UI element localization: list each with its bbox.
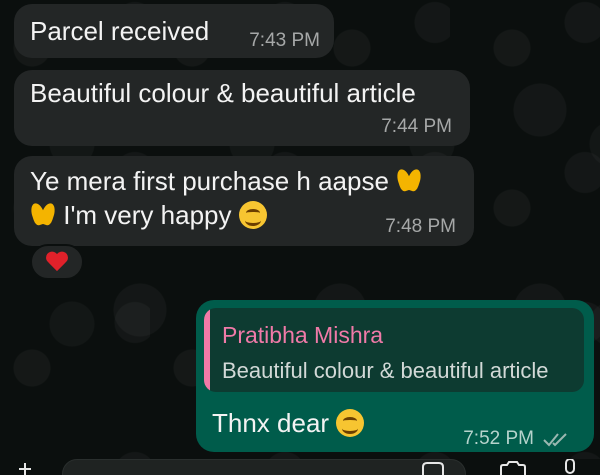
quoted-sender-name: Pratibha Mishra xyxy=(222,322,384,348)
heart-emoji-icon xyxy=(46,252,68,272)
message-time: 7:44 PM xyxy=(381,116,452,137)
message-text: Parcel received xyxy=(30,16,210,46)
incoming-message[interactable]: Beautiful colour & beautiful article 7:4… xyxy=(14,70,470,146)
message-composer xyxy=(0,459,600,475)
message-time: 7:52 PM xyxy=(463,428,534,449)
double-check-read-icon xyxy=(543,433,567,447)
outgoing-message[interactable]: Pratibha Mishra Beautiful colour & beaut… xyxy=(196,300,594,452)
quote-accent-bar xyxy=(204,308,210,392)
sticker-icon[interactable] xyxy=(420,461,446,475)
smiling-face-emoji-icon xyxy=(336,409,365,437)
quoted-message[interactable]: Pratibha Mishra Beautiful colour & beaut… xyxy=(204,308,584,392)
message-text: Beautiful colour & beautiful article xyxy=(30,78,416,108)
message-text: I'm very happy xyxy=(63,200,232,230)
camera-icon[interactable] xyxy=(498,461,528,475)
incoming-message[interactable]: Parcel received 7:43 PM xyxy=(14,4,334,58)
message-time: 7:43 PM xyxy=(249,30,320,51)
message-text: Thnx dear xyxy=(212,408,330,438)
message-text-line: I'm very happy xyxy=(30,198,267,232)
microphone-icon[interactable] xyxy=(560,459,580,475)
message-text: Ye mera first purchase h aapse xyxy=(30,166,389,196)
folded-hands-emoji-icon xyxy=(396,167,422,193)
quoted-text: Beautiful colour & beautiful article xyxy=(222,358,549,383)
message-reaction[interactable] xyxy=(30,244,84,280)
message-input[interactable] xyxy=(62,459,466,475)
message-time: 7:48 PM xyxy=(385,216,456,237)
message-text-line: Thnx dear xyxy=(212,408,365,439)
plus-icon[interactable] xyxy=(14,461,36,475)
message-text-line: Ye mera first purchase h aapse xyxy=(30,164,422,198)
incoming-message[interactable]: Ye mera first purchase h aapse I'm very … xyxy=(14,156,474,246)
smiling-face-emoji-icon xyxy=(238,201,267,229)
folded-hands-emoji-icon xyxy=(30,201,56,227)
